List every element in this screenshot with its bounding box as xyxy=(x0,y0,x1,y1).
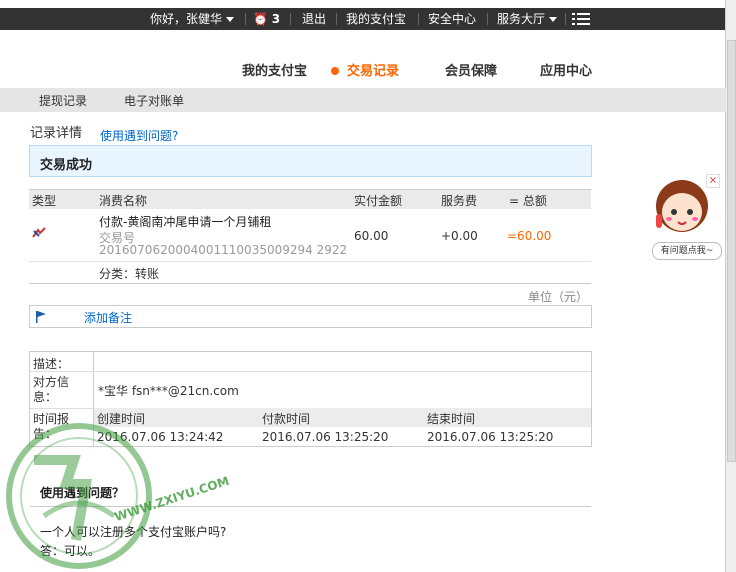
nav-trade-records[interactable]: 交易记录 xyxy=(331,60,399,79)
party-value: *宝华 fsn***@21cn.com xyxy=(98,384,239,398)
add-note-link[interactable]: 添加备注 xyxy=(84,309,132,326)
table-row: 付款-黄阁南冲尾申请一个月铺租 交易号 20160706200040011100… xyxy=(29,209,591,262)
user-greeting[interactable]: 你好，张健华 xyxy=(150,8,235,30)
watermark-logo xyxy=(6,423,152,569)
trade-name[interactable]: 付款-黄阁南冲尾申请一个月铺租 xyxy=(99,213,271,230)
divider xyxy=(30,371,591,372)
scrollbar-thumb[interactable] xyxy=(727,40,736,462)
message-count: 3 xyxy=(271,12,281,26)
nav-trade-records-label: 交易记录 xyxy=(347,64,400,79)
desc-label: 描述： xyxy=(33,357,70,371)
sub-nav: 提现记录 电子对账单 xyxy=(0,88,726,112)
help-widget[interactable]: × 有问题点我~ xyxy=(652,174,724,264)
my-alipay-link[interactable]: 我的支付宝 xyxy=(346,8,406,30)
table-header: 类型 消费名称 实付金额 服务费 = 总额 xyxy=(29,189,591,209)
separator xyxy=(565,13,566,25)
active-dot-icon xyxy=(331,67,339,75)
nav-app-center[interactable]: 应用中心 xyxy=(540,60,592,79)
separator xyxy=(245,13,246,25)
trade-no: 2016070620004001110035009294 2922 xyxy=(99,243,348,257)
menu-list-icon[interactable] xyxy=(572,8,590,30)
paid-time-header: 付款时间 xyxy=(262,412,311,426)
nav-member-protection[interactable]: 会员保障 xyxy=(445,60,497,79)
assistant-avatar-icon xyxy=(656,180,708,232)
subnav-e-statement[interactable]: 电子对账单 xyxy=(124,92,184,109)
help-bubble[interactable]: 有问题点我~ xyxy=(652,242,722,260)
time-header-row xyxy=(94,408,591,427)
nav-my-alipay[interactable]: 我的支付宝 xyxy=(242,60,307,79)
scrollbar[interactable] xyxy=(725,0,736,572)
category-text: 分类：转账 xyxy=(99,267,160,281)
col-paid: 实付金额 xyxy=(354,194,403,208)
help-link[interactable]: 使用遇到问题? xyxy=(100,127,178,144)
transfer-icon xyxy=(32,227,46,242)
paid-time: 2016.07.06 13:25:20 xyxy=(262,430,389,444)
status-banner: 交易成功 xyxy=(29,145,592,177)
end-time: 2016.07.06 13:25:20 xyxy=(427,430,554,444)
category-row: 分类：转账 xyxy=(29,262,591,284)
add-note-box[interactable]: 添加备注 xyxy=(29,305,592,328)
chevron-down-icon xyxy=(549,17,558,22)
separator xyxy=(418,13,419,25)
service-hall-label: 服务大厅 xyxy=(497,12,546,26)
paid-amount: 60.00 xyxy=(354,229,389,243)
col-total: = 总额 xyxy=(509,194,547,208)
alarm-clock-icon: ⏰ xyxy=(253,12,268,26)
separator xyxy=(487,13,488,25)
security-center-link[interactable]: 安全中心 xyxy=(428,8,476,30)
subnav-withdraw-records[interactable]: 提现记录 xyxy=(39,92,87,109)
message-button[interactable]: ⏰ 3 xyxy=(253,8,280,30)
close-icon[interactable]: × xyxy=(706,174,720,188)
top-bar: 你好，张健华 ⏰ 3 退出 我的支付宝 安全中心 服务大厅 xyxy=(0,8,726,30)
col-type: 类型 xyxy=(32,194,57,208)
status-text: 交易成功 xyxy=(40,158,93,173)
main-nav: 我的支付宝 交易记录 会员保障 应用中心 xyxy=(0,54,726,84)
col-fee: 服务费 xyxy=(441,194,478,208)
col-name: 消费名称 xyxy=(99,194,148,208)
page-title: 记录详情 xyxy=(30,126,83,141)
separator xyxy=(336,13,337,25)
chevron-down-icon xyxy=(226,17,235,22)
service-hall-menu[interactable]: 服务大厅 xyxy=(497,8,558,30)
total-amount: =60.00 xyxy=(507,229,552,243)
flag-icon xyxy=(36,311,46,323)
logout-link[interactable]: 退出 xyxy=(302,8,326,30)
greeting-text: 你好，张健华 xyxy=(150,12,223,26)
party-label: 对方信息： xyxy=(33,375,70,404)
unit-label: 单位（元） xyxy=(528,290,589,304)
fee-amount: +0.00 xyxy=(441,229,478,243)
separator xyxy=(290,13,291,25)
end-time-header: 结束时间 xyxy=(427,412,476,426)
